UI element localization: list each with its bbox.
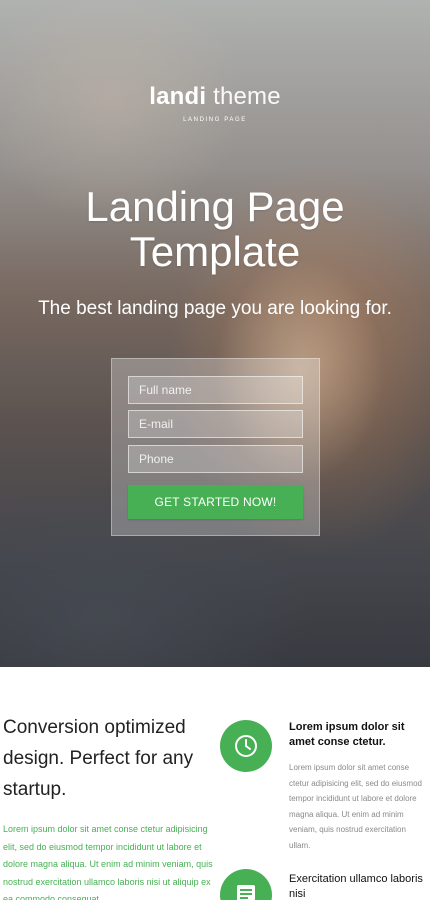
intro-column: Conversion optimized design. Perfect for… <box>3 712 213 900</box>
list-icon <box>220 869 272 900</box>
feature-text: Lorem ipsum dolor sit amet conse ctetur … <box>289 763 422 850</box>
get-started-button[interactable]: GET STARTED NOW! <box>128 485 303 519</box>
phone-input[interactable] <box>128 445 303 473</box>
feature-title: Exercitation ullamco laboris nisi <box>289 873 423 900</box>
brand-name-bold: landi <box>149 83 207 110</box>
brand-name-light: theme <box>213 83 281 110</box>
hero-tagline: The best landing page you are looking fo… <box>38 298 392 319</box>
section-headline: Conversion optimized design. Perfect for… <box>3 717 194 800</box>
brand-subtitle: LANDING PAGE <box>183 117 247 123</box>
signup-form: GET STARTED NOW! <box>111 358 320 536</box>
hero-title: Landing Page Template <box>85 183 345 275</box>
email-input[interactable] <box>128 410 303 438</box>
clock-icon <box>220 720 272 772</box>
hero-section: landi theme LANDING PAGE Landing Page Te… <box>0 0 430 667</box>
feature-title: Lorem ipsum dolor sit amet conse ctetur. <box>289 721 405 748</box>
full-name-input[interactable] <box>128 376 303 404</box>
intro-paragraph: Lorem ipsum dolor sit amet conse ctetur … <box>3 824 213 900</box>
brand-logo[interactable]: landi theme <box>0 83 430 111</box>
